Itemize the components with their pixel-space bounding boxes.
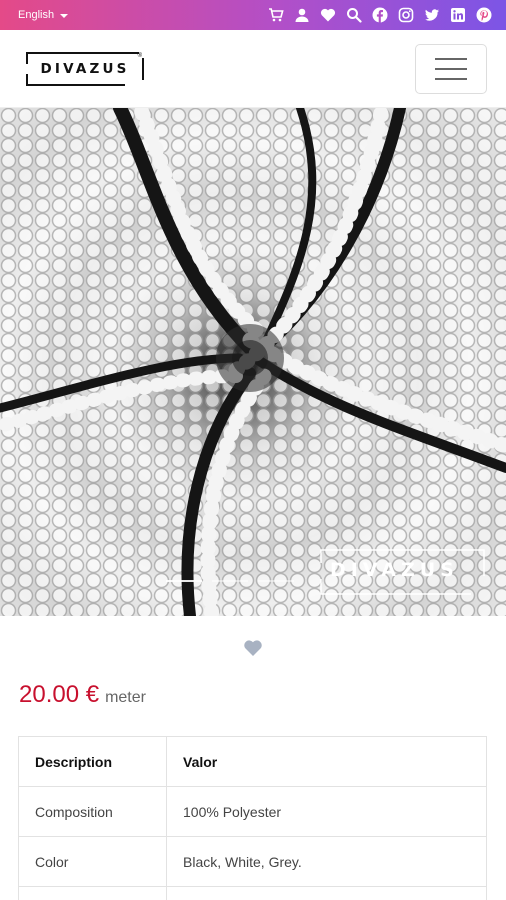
language-selector[interactable]: English [18,9,69,21]
search-icon[interactable] [346,7,362,23]
instagram-icon[interactable] [398,7,414,23]
table-cell: Black, White, Grey. [166,836,487,887]
table-cell: 100% Polyester [166,786,487,837]
top-icons [268,7,492,23]
table-row: Color Black, White, Grey. [18,836,487,887]
table-row: Composition 100% Polyester [18,786,487,837]
price-unit: meter [105,689,146,706]
table-header-cell: Description [18,736,167,787]
hamburger-icon-line [435,77,467,80]
product-image-carousel[interactable]: DIVAZUS [0,108,506,616]
image-watermark: DIVAZUS [320,549,486,595]
fabric-swirl-image [0,108,506,616]
user-icon[interactable] [294,7,310,23]
favorite-heart-icon[interactable] [243,638,263,658]
top-bar: English [0,0,506,30]
linkedin-icon[interactable] [450,7,466,23]
table-cell [18,886,167,900]
menu-toggle-button[interactable] [415,43,487,94]
watermark-text: DIVAZUS [330,559,459,581]
carousel-indicators [166,580,294,582]
price-block: 20.00 € meter [19,681,146,709]
logo[interactable]: DIVAZUS ® [26,51,144,86]
hamburger-icon-line [435,57,467,60]
carousel-indicator-1[interactable] [166,580,202,582]
hamburger-icon-line [435,67,467,70]
logo-text: DIVAZUS [40,60,130,77]
table-header-cell: Valor [166,736,487,787]
spec-table: Description Valor Composition 100% Polye… [18,736,487,900]
heart-icon[interactable] [320,7,336,23]
chevron-down-icon [60,13,69,18]
table-cell: Composition [18,786,167,837]
cart-icon[interactable] [268,7,284,23]
pinterest-icon[interactable] [476,7,492,23]
table-cell [166,886,487,900]
price-value: 20.00 € [19,681,100,708]
logo-registered-mark: ® [137,52,142,59]
table-header-row: Description Valor [18,736,487,787]
twitter-icon[interactable] [424,7,440,23]
facebook-icon[interactable] [372,7,388,23]
table-row [18,886,487,900]
carousel-indicator-3[interactable] [258,580,294,582]
site-header: DIVAZUS ® [0,30,506,108]
language-label: English [18,9,55,21]
carousel-indicator-2[interactable] [212,580,248,582]
table-cell: Color [18,836,167,887]
